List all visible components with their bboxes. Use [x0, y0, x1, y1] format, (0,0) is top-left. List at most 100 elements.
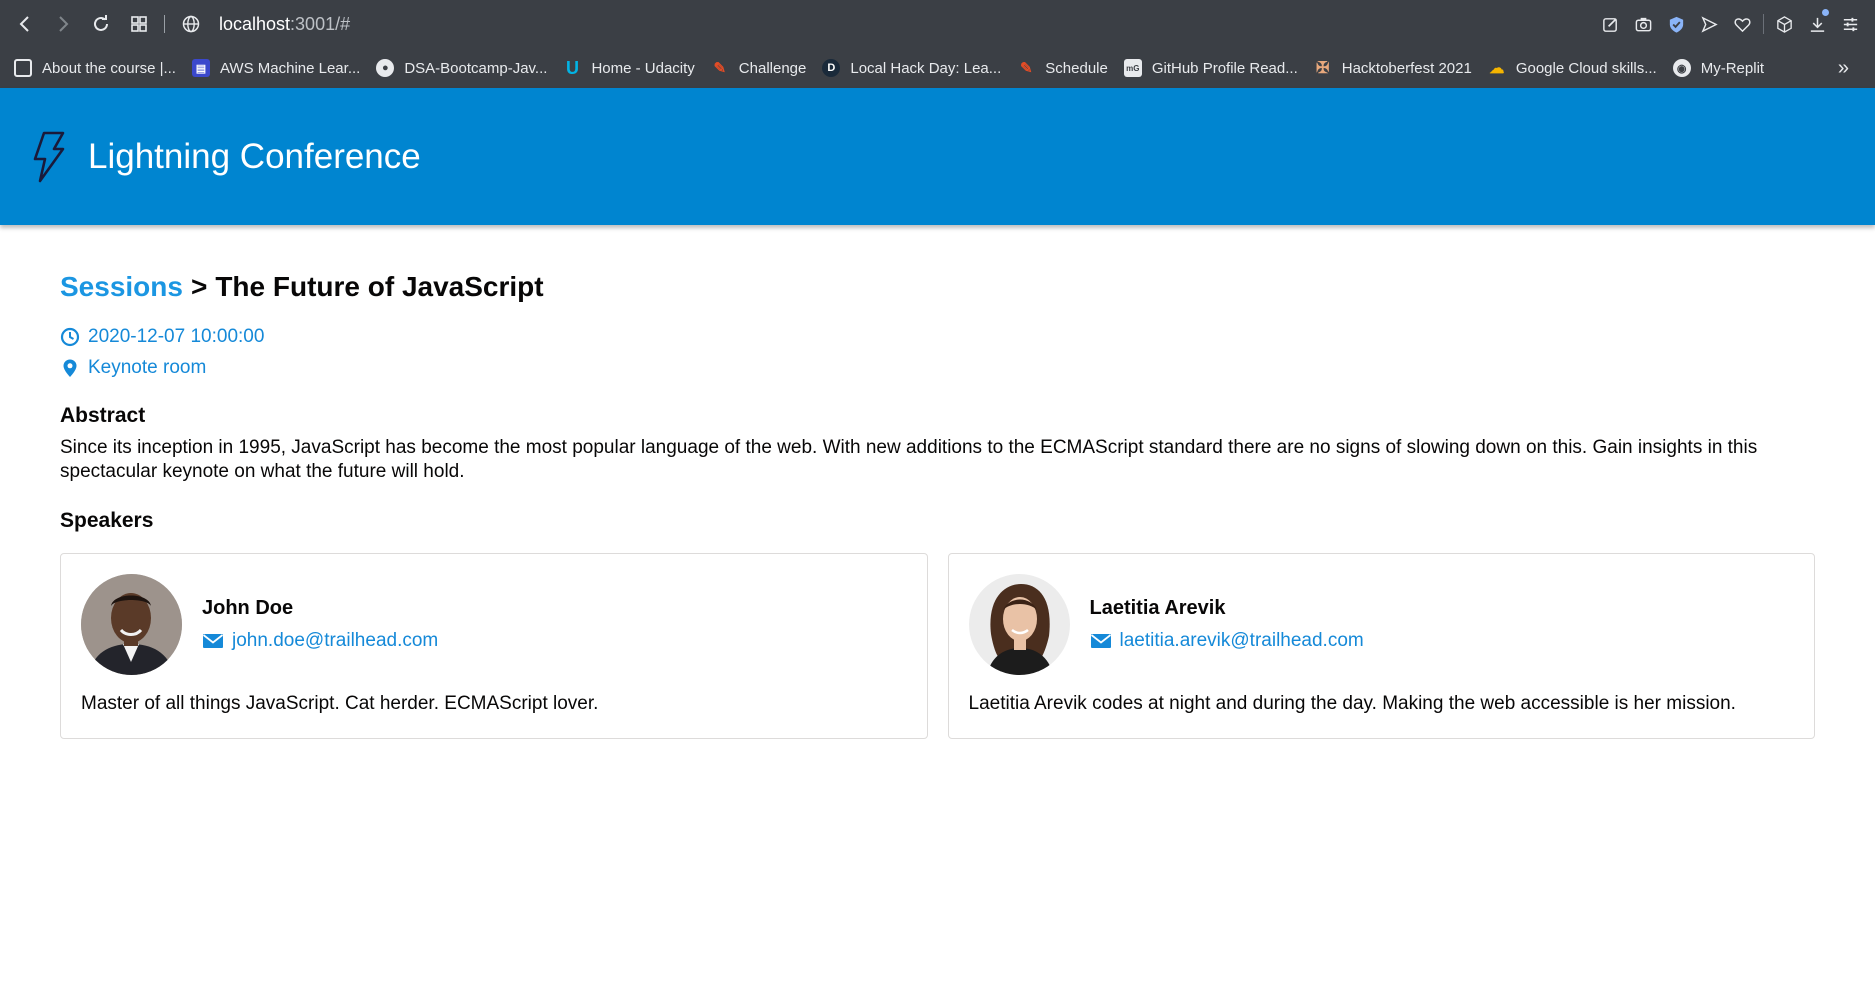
download-icon [1810, 17, 1825, 32]
bookmarks-overflow-button[interactable]: » [1838, 48, 1849, 88]
pencil-icon: ✎ [1019, 60, 1033, 77]
google-cloud-icon: ☁ [1489, 60, 1505, 77]
udacity-icon: U [565, 57, 579, 78]
bookmark-label: GitHub Profile Read... [1151, 59, 1298, 77]
address-bar[interactable]: localhost:3001/# [181, 14, 350, 35]
chevron-right-icon [59, 16, 69, 32]
speaker-name: Laetitia Arevik [1089, 597, 1226, 619]
speaker-avatar [81, 574, 182, 675]
email-icon [202, 634, 224, 648]
url-path: :3001/# [290, 13, 351, 34]
toolbar-actions-divider [1763, 14, 1764, 34]
session-title: The Future of JavaScript [215, 271, 544, 302]
menu-button[interactable] [1834, 0, 1867, 48]
location-pin-icon [63, 359, 77, 377]
bookmark-item[interactable]: ◉ My-Replit [1672, 54, 1774, 82]
reload-button[interactable] [82, 0, 120, 48]
settings-sliders-icon [1843, 17, 1858, 31]
bookmark-item[interactable]: ☁ Google Cloud skills... [1488, 54, 1667, 82]
favorites-button[interactable] [1726, 0, 1759, 48]
app-header: Lightning Conference [0, 88, 1875, 225]
session-detail: Sessions > The Future of JavaScript 2020… [60, 265, 1815, 739]
forward-button[interactable] [44, 0, 82, 48]
tabs-grid-button[interactable] [120, 0, 158, 48]
back-button[interactable] [6, 0, 44, 48]
bookmark-label: Local Hack Day: Lea... [850, 59, 1002, 77]
app-title: Lightning Conference [88, 136, 421, 176]
speaker-email: john.doe@trailhead.com [232, 630, 439, 651]
speaker-name: John Doe [202, 597, 294, 619]
bookmark-label: DSA-Bootcamp-Jav... [404, 59, 548, 77]
d-icon: D [822, 59, 841, 77]
bookmark-item[interactable]: About the course |... [14, 54, 186, 82]
cube-icon [1777, 15, 1792, 33]
abstract-text: Since its inception in 1995, JavaScript … [60, 437, 1758, 482]
globe-icon [182, 15, 200, 33]
bookmark-item[interactable]: ✎ Challenge [711, 54, 817, 82]
bookmark-label: Hacktoberfest 2021 [1341, 59, 1472, 77]
speakers-list: John Doe john.doe@trailhead.com Master o… [60, 553, 1815, 739]
speaker-email: laetitia.arevik@trailhead.com [1119, 630, 1364, 651]
pencil-icon: ✎ [713, 60, 727, 77]
replit-icon: ◉ [1672, 59, 1691, 77]
bookmark-item[interactable]: ▤ AWS Machine Lear... [191, 54, 370, 82]
shield-button[interactable] [1660, 0, 1693, 48]
bookmark-label: About the course |... [42, 59, 176, 77]
speakers-heading: Speakers [60, 509, 154, 532]
speaker-avatar [968, 574, 1070, 675]
extensions-button[interactable] [1768, 0, 1801, 48]
session-room: Keynote room [60, 352, 1815, 383]
aws-icon: ▤ [191, 59, 210, 77]
speaker-bio: Master of all things JavaScript. Cat her… [81, 693, 599, 714]
hacktoberfest-icon: ✠ [1316, 60, 1330, 77]
toolbar-divider [164, 15, 165, 33]
heart-icon [1734, 17, 1751, 32]
speaker-email-link[interactable]: laetitia.arevik@trailhead.com [1090, 630, 1364, 652]
edit-button[interactable] [1594, 0, 1627, 48]
bookmark-item[interactable]: ✠ Hacktoberfest 2021 [1314, 54, 1482, 82]
session-datetime: 2020-12-07 10:00:00 [60, 321, 1815, 352]
bookmark-label: Challenge [738, 59, 807, 77]
sessions-link[interactable]: Sessions [60, 271, 183, 303]
bookmark-item[interactable]: U Home - Udacity [563, 54, 704, 82]
speaker-email-link[interactable]: john.doe@trailhead.com [202, 630, 438, 652]
bookmark-label: Google Cloud skills... [1515, 59, 1657, 77]
shield-icon [1669, 16, 1684, 33]
bookmark-item[interactable]: D Local Hack Day: Lea... [822, 54, 1011, 82]
url-host: localhost [219, 13, 291, 34]
mg-icon: mG [1123, 59, 1142, 77]
download-indicator-dot [1822, 9, 1829, 16]
speaker-bio: Laetitia Arevik codes at night and durin… [968, 693, 1736, 714]
bookmark-label: My-Replit [1700, 59, 1765, 77]
lightning-bolt-icon [33, 131, 65, 182]
send-button[interactable] [1693, 0, 1726, 48]
bookmarks-bar: About the course |... ▤ AWS Machine Lear.… [0, 48, 1875, 88]
bookmark-label: Home - Udacity [591, 59, 695, 77]
session-meta: 2020-12-07 10:00:00 Keynote room [60, 321, 1815, 383]
browser-toolbar: localhost:3001/# [0, 0, 1875, 48]
breadcrumb: Sessions > The Future of JavaScript [60, 265, 1815, 309]
clock-icon [60, 327, 80, 346]
email-icon [1090, 634, 1111, 648]
screenshot-button[interactable] [1627, 0, 1660, 48]
bookmark-item[interactable]: ✎ Schedule [1017, 54, 1118, 82]
downloads-button[interactable] [1801, 0, 1834, 48]
speaker-card: Laetitia Arevik laetitia.arevik@trailhea… [947, 553, 1815, 739]
session-datetime-text: 2020-12-07 10:00:00 [88, 325, 265, 347]
page-icon [14, 59, 32, 77]
bookmark-label: AWS Machine Lear... [219, 59, 361, 77]
github-icon: ● [376, 59, 395, 77]
bookmark-item[interactable]: ● DSA-Bootcamp-Jav... [376, 54, 557, 82]
chevron-left-icon [19, 16, 29, 32]
bookmark-item[interactable]: mG GitHub Profile Read... [1123, 54, 1308, 82]
camera-icon [1635, 17, 1652, 31]
send-icon [1701, 15, 1718, 33]
session-room-text: Keynote room [88, 356, 207, 378]
breadcrumb-separator: > [190, 271, 208, 302]
toolbar-actions [1594, 0, 1867, 48]
grid-icon [131, 16, 147, 32]
reload-icon [94, 15, 108, 31]
abstract-heading: Abstract [60, 404, 146, 427]
speaker-card: John Doe john.doe@trailhead.com Master o… [60, 553, 928, 739]
bookmark-label: Schedule [1045, 59, 1108, 77]
